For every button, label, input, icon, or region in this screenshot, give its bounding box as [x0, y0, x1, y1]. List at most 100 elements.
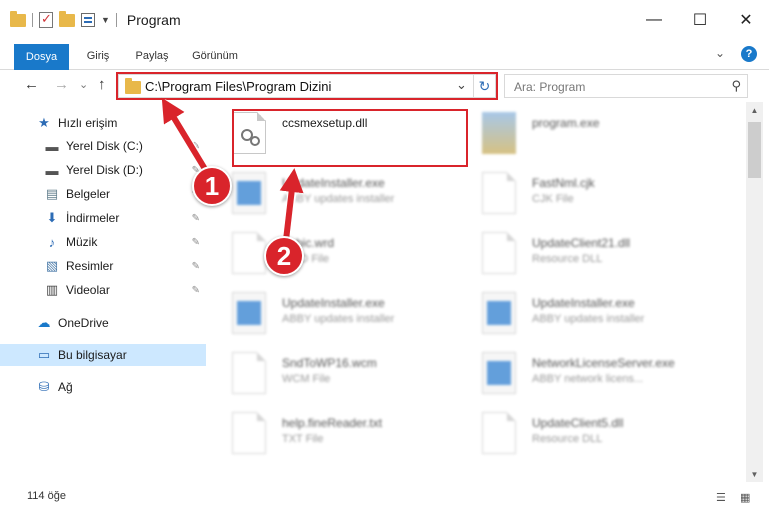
- recent-locations-chevron-icon[interactable]: ⌄: [79, 78, 88, 91]
- sidebar-item-videos[interactable]: ▥ Videolar ✎: [0, 279, 206, 301]
- file-item[interactable]: program.exe: [460, 108, 706, 162]
- document-icon: [482, 172, 516, 214]
- scroll-down-arrow-icon[interactable]: ▼: [746, 466, 763, 482]
- file-item[interactable]: UpdateInstaller.exe ABBY updates install…: [210, 288, 456, 342]
- file-type: Resource DLL: [532, 433, 603, 445]
- step-1-badge: 1: [192, 166, 232, 206]
- item-count: 114 öğe: [27, 490, 66, 502]
- sidebar-item-label: Hızlı erişim: [58, 116, 118, 130]
- network-icon: ⛁: [38, 379, 50, 394]
- tab-home[interactable]: Giriş: [78, 44, 118, 68]
- scroll-up-arrow-icon[interactable]: ▲: [746, 102, 763, 118]
- download-icon: ⬇: [46, 210, 58, 225]
- file-name: UpdateClient21.dll: [532, 236, 631, 250]
- file-type: ABBY updates installer: [532, 313, 645, 325]
- file-item[interactable]: UpdateInstaller.exe ABBY updates install…: [460, 288, 706, 342]
- customize-toolbar-dropdown-icon[interactable]: ▼: [101, 15, 110, 25]
- navigation-pane: ★ Hızlı erişim ▬ Yerel Disk (C:) ✎ ▬ Yer…: [0, 102, 210, 476]
- app-window-icon: [482, 292, 516, 334]
- file-name: FastNml.cjk: [532, 176, 595, 190]
- file-type: WCM File: [282, 373, 331, 385]
- search-box[interactable]: Ara: Program ⚲: [504, 74, 748, 98]
- file-item[interactable]: SndToWP16.wcm WCM File: [210, 348, 456, 402]
- expand-ribbon-icon[interactable]: ⌄: [715, 46, 725, 62]
- document-icon: [232, 352, 266, 394]
- sidebar-item-network[interactable]: ⛁ Ağ: [0, 376, 206, 398]
- up-arrow-icon[interactable]: ↑: [98, 76, 106, 93]
- file-item[interactable]: UpdateClient21.dll Resource DLL: [460, 228, 706, 282]
- star-icon: ★: [38, 115, 50, 130]
- close-button[interactable]: ✕: [723, 0, 769, 40]
- divider: [115, 13, 117, 27]
- music-icon: ♪: [48, 234, 56, 250]
- sidebar-item-downloads[interactable]: ⬇ İndirmeler ✎: [0, 207, 206, 229]
- maximize-button[interactable]: ☐: [677, 0, 723, 40]
- app-window-icon: [482, 352, 516, 394]
- sidebar-item-music[interactable]: ♪ Müzik ✎: [0, 231, 206, 253]
- file-item[interactable]: help.fineReader.txt TXT File: [210, 408, 456, 462]
- file-name: UpdateInstaller.exe: [282, 296, 385, 310]
- pin-icon[interactable]: ✎: [192, 261, 200, 272]
- folder-icon: [10, 10, 26, 27]
- sidebar-item-documents[interactable]: ▤ Belgeler ✎: [0, 183, 206, 205]
- document-icon: [232, 412, 266, 454]
- sidebar-item-label: Videolar: [66, 283, 110, 297]
- sidebar-item-pictures[interactable]: ▧ Resimler ✎: [0, 255, 206, 277]
- tab-share[interactable]: Paylaş: [128, 44, 176, 68]
- dll-gear-icon: [482, 412, 516, 454]
- sidebar-item-label: Bu bilgisayar: [58, 348, 127, 362]
- divider: [32, 13, 33, 27]
- back-arrow-icon[interactable]: ←: [24, 76, 39, 93]
- sidebar-item-local-disk-d[interactable]: ▬ Yerel Disk (D:) ✎: [0, 159, 206, 181]
- file-type: Resource DLL: [532, 253, 603, 265]
- installer-icon: [482, 112, 516, 154]
- search-input[interactable]: Ara: Program: [514, 80, 585, 94]
- file-name: NetworkLicenseServer.exe: [532, 356, 675, 370]
- app-window-icon: [232, 172, 266, 214]
- new-folder-icon[interactable]: [59, 10, 75, 27]
- file-type: ABBY updates installer: [282, 193, 395, 205]
- sidebar-item-label: Yerel Disk (D:): [66, 163, 143, 177]
- properties-icon[interactable]: [81, 13, 95, 27]
- sidebar-item-label: İndirmeler: [66, 211, 120, 225]
- properties-check-icon[interactable]: [39, 11, 53, 28]
- sidebar-item-onedrive[interactable]: ☁ OneDrive: [0, 312, 206, 334]
- file-type: CJK File: [532, 193, 574, 205]
- documents-icon: ▤: [45, 186, 59, 201]
- pin-icon[interactable]: ✎: [192, 285, 200, 296]
- pin-icon[interactable]: ✎: [192, 237, 200, 248]
- tab-file[interactable]: Dosya: [14, 44, 69, 70]
- file-item[interactable]: Fabic.wrd WRD File: [210, 228, 456, 282]
- minimize-button[interactable]: —: [631, 0, 677, 40]
- sidebar-item-local-disk-c[interactable]: ▬ Yerel Disk (C:) ✎: [0, 135, 206, 157]
- file-name: UpdateInstaller.exe: [532, 296, 635, 310]
- dll-gear-icon: [482, 232, 516, 274]
- document-icon: [232, 232, 266, 274]
- details-view-icon[interactable]: ☰: [716, 491, 732, 505]
- drive-icon: ▬: [45, 138, 59, 154]
- pin-icon[interactable]: ✎: [192, 213, 200, 224]
- help-icon[interactable]: ?: [741, 46, 757, 62]
- search-icon[interactable]: ⚲: [731, 78, 741, 94]
- sidebar-item-quick-access[interactable]: ★ Hızlı erişim: [0, 112, 206, 134]
- tab-view[interactable]: Görünüm: [186, 44, 244, 68]
- pin-icon[interactable]: ✎: [192, 141, 200, 152]
- drive-icon: ▬: [45, 162, 59, 178]
- large-icons-view-icon[interactable]: ▦: [740, 491, 756, 505]
- file-name: help.fineReader.txt: [282, 416, 383, 430]
- file-name: UpdateInstaller.exe: [282, 176, 385, 190]
- file-name: UpdateClient5.dll: [532, 416, 624, 430]
- file-item[interactable]: UpdateClient5.dll Resource DLL: [460, 408, 706, 462]
- file-item[interactable]: FastNml.cjk CJK File: [460, 168, 706, 222]
- vertical-scrollbar[interactable]: ▲ ▼: [746, 102, 763, 482]
- file-name: SndToWP16.wcm: [282, 356, 377, 370]
- scrollbar-thumb[interactable]: [748, 122, 761, 178]
- forward-arrow-icon[interactable]: →: [54, 76, 69, 93]
- file-item[interactable]: NetworkLicenseServer.exe ABBY network li…: [460, 348, 706, 402]
- ribbon-tabs: Dosya Giriş Paylaş Görünüm ⌄ ?: [0, 40, 769, 70]
- sidebar-item-this-pc[interactable]: ▭ Bu bilgisayar: [0, 344, 206, 366]
- quick-access-toolbar: ▼: [0, 0, 117, 40]
- file-item[interactable]: UpdateInstaller.exe ABBY updates install…: [210, 168, 456, 222]
- sidebar-item-label: Resimler: [66, 259, 114, 273]
- window-controls: — ☐ ✕: [631, 0, 769, 40]
